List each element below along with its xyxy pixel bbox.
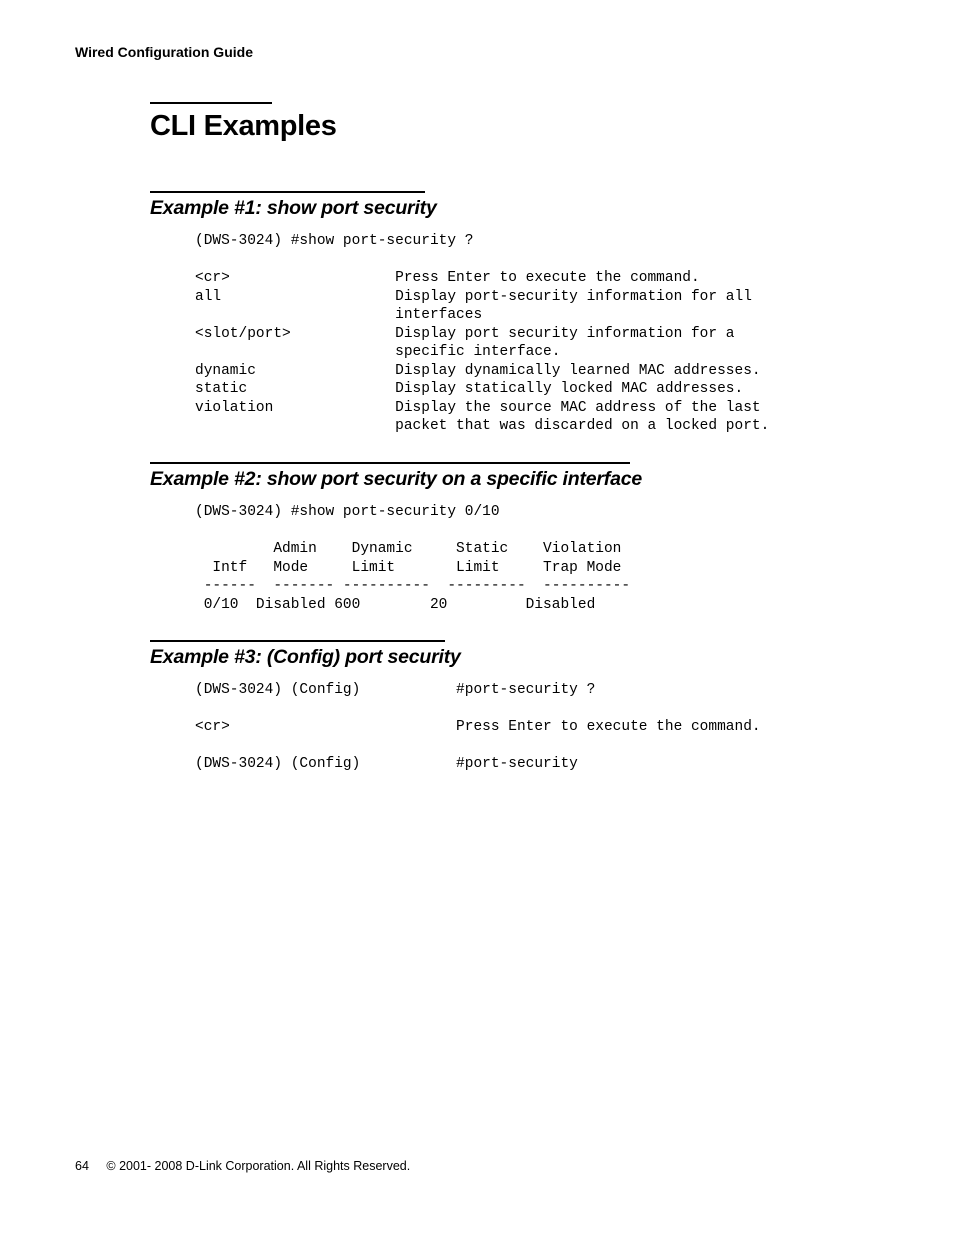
example-3: Example #3: (Config) port security (DWS-… (150, 640, 879, 774)
example-1-heading: Example #1: show port security (150, 197, 879, 220)
example-3-body: (DWS-3024) (Config) #port-security ? <cr… (195, 681, 879, 774)
example-2-body: (DWS-3024) #show port-security 0/10 Admi… (195, 503, 879, 614)
section-rule (150, 191, 425, 193)
page: Wired Configuration Guide CLI Examples E… (0, 0, 954, 1235)
example-1: Example #1: show port security (DWS-3024… (150, 191, 879, 436)
title-rule (150, 102, 272, 104)
example-2-heading: Example #2: show port security on a spec… (150, 468, 879, 491)
example-3-heading: Example #3: (Config) port security (150, 646, 879, 669)
running-header: Wired Configuration Guide (75, 44, 879, 60)
example-2: Example #2: show port security on a spec… (150, 462, 879, 614)
footer: 64 © 2001- 2008 D-Link Corporation. All … (75, 1159, 410, 1173)
copyright: © 2001- 2008 D-Link Corporation. All Rig… (106, 1159, 410, 1173)
section-rule (150, 462, 630, 464)
page-title: CLI Examples (150, 110, 879, 143)
page-number: 64 (75, 1159, 89, 1173)
example-1-body: (DWS-3024) #show port-security ? <cr> Pr… (195, 232, 879, 436)
section-rule (150, 640, 445, 642)
